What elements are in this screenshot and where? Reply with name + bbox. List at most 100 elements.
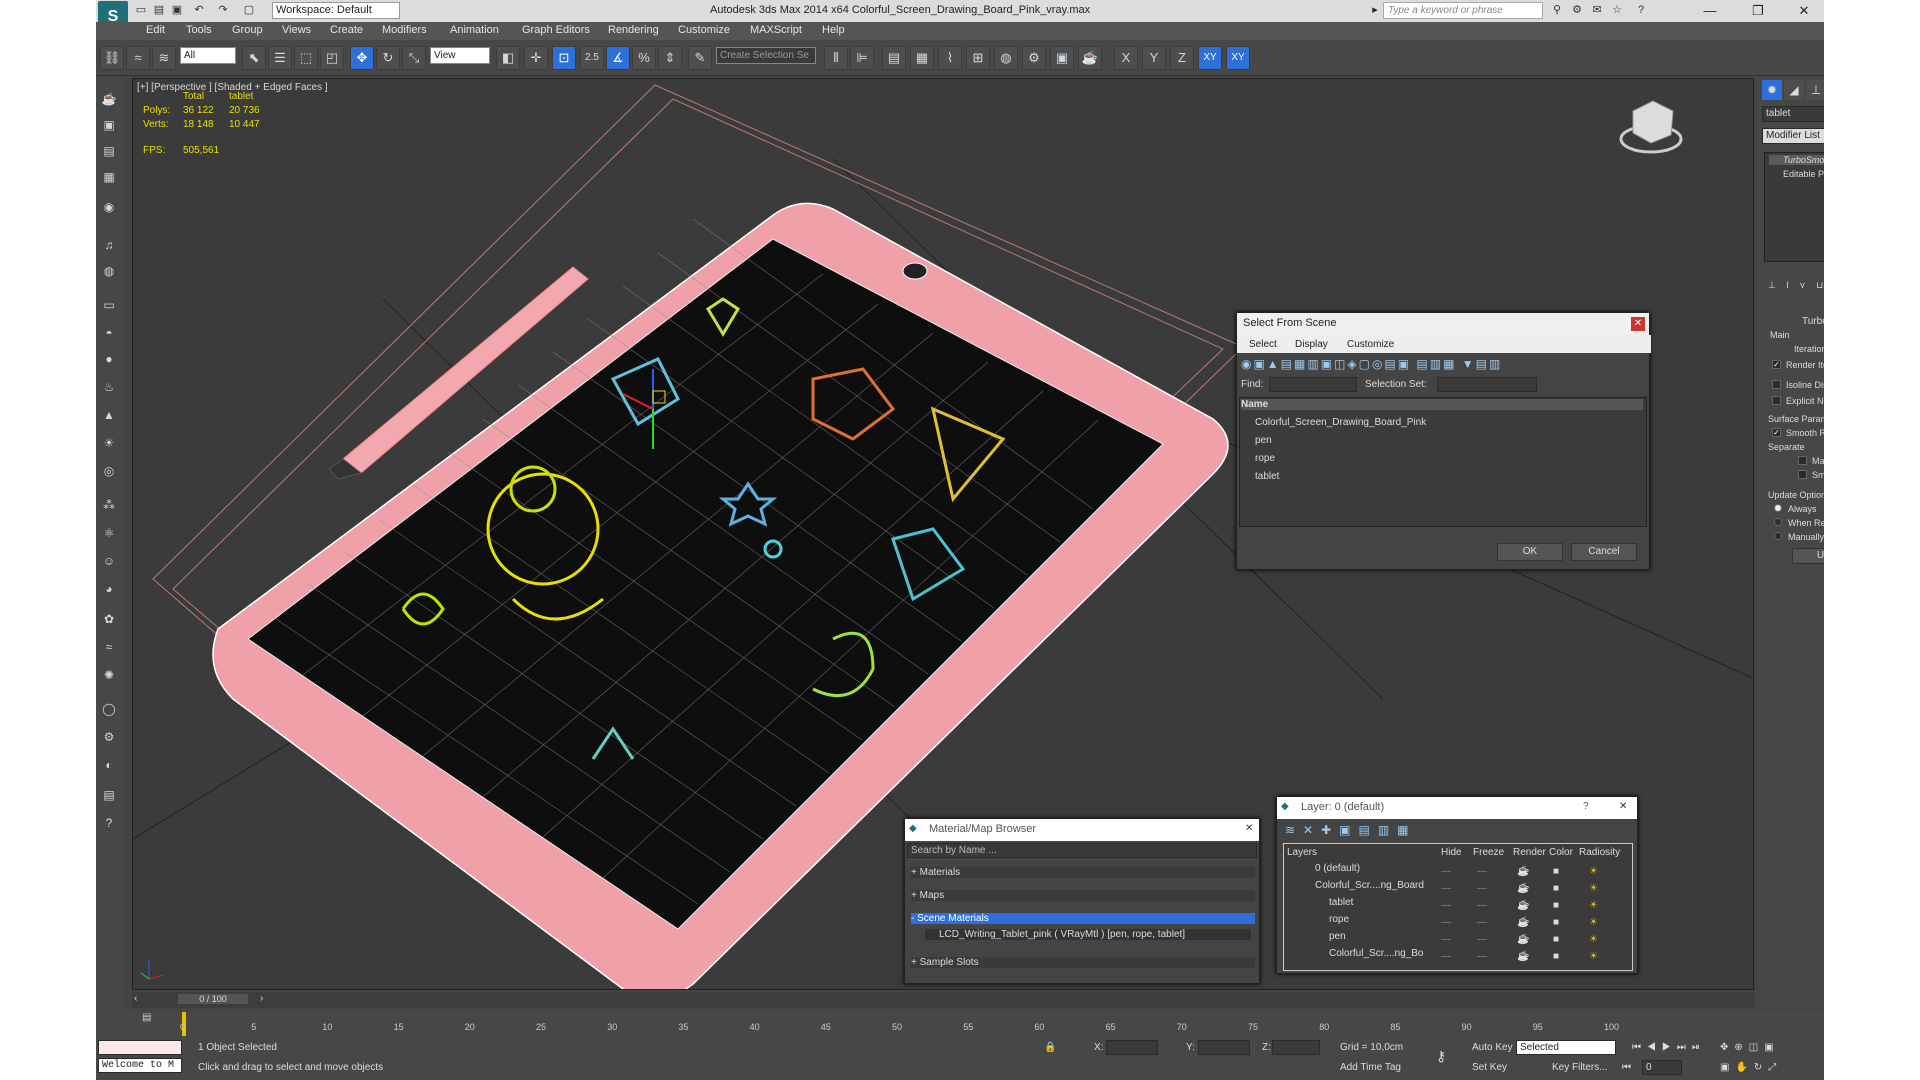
select-move-icon[interactable]: ✥: [350, 46, 374, 70]
axis-y-button[interactable]: Y: [1142, 46, 1166, 70]
select-dialog-close-icon[interactable]: ✕: [1631, 317, 1645, 331]
edit-named-selection-icon[interactable]: ✎: [688, 46, 712, 70]
manipulate-icon[interactable]: ✛: [524, 46, 548, 70]
box-icon[interactable]: ▭: [100, 296, 118, 314]
menu-create[interactable]: Create: [330, 24, 363, 36]
scene-row-pen[interactable]: pen: [1255, 435, 1272, 446]
layer-close-icon[interactable]: ✕: [1619, 801, 1627, 812]
layer-radiosity-icons[interactable]: ☀ ☀ ☀ ☀ ☀ ☀: [1589, 863, 1598, 965]
current-frame-field[interactable]: 0: [1642, 1060, 1682, 1075]
add-time-tag[interactable]: Add Time Tag: [1340, 1062, 1401, 1073]
unlink-icon[interactable]: ≈: [126, 46, 150, 70]
vray-icon[interactable]: ◐: [100, 756, 118, 774]
calculator-icon[interactable]: ▦: [100, 168, 118, 186]
hierarchy-tab-icon[interactable]: ⊥: [1806, 80, 1824, 100]
favorites-star-icon[interactable]: ☆: [1610, 3, 1624, 17]
set-key-button[interactable]: Set Key: [1472, 1062, 1507, 1073]
hair-icon[interactable]: ≈: [100, 638, 118, 656]
select-cancel-button[interactable]: Cancel: [1571, 543, 1637, 561]
particles-icon[interactable]: ⁂: [100, 496, 118, 514]
hemisphere-icon[interactable]: ◓: [100, 324, 118, 342]
menu-customize[interactable]: Customize: [678, 24, 730, 36]
material-browser-close-icon[interactable]: ✕: [1245, 823, 1253, 834]
workspace-dropdown[interactable]: Workspace: Default: [272, 2, 400, 19]
schematic-view-icon[interactable]: ⊞: [966, 46, 990, 70]
light-sphere-icon[interactable]: ◎: [100, 462, 118, 480]
axis-xy-button[interactable]: XY: [1198, 46, 1222, 70]
time-prev-icon[interactable]: ‹: [134, 993, 137, 1004]
stack-tools-icon[interactable]: ⊥ ǀ ⋎ ⊔ ▣: [1768, 280, 1824, 291]
settings-icon[interactable]: ⚙: [100, 728, 118, 746]
search-input[interactable]: Type a keyword or phrase: [1383, 2, 1543, 19]
project-folder-icon[interactable]: ▢: [242, 3, 256, 17]
plant-icon[interactable]: ✿: [100, 610, 118, 628]
time-slider[interactable]: 0 / 100 ‹ ›: [132, 992, 1754, 1008]
sun-icon[interactable]: ☀: [100, 434, 118, 452]
axis-x-button[interactable]: X: [1114, 46, 1138, 70]
explicit-normals-checkbox[interactable]: [1772, 396, 1781, 405]
menu-modifiers[interactable]: Modifiers: [382, 24, 427, 36]
layer-col-render[interactable]: Render: [1513, 847, 1546, 858]
redo-icon[interactable]: ↷: [216, 3, 230, 17]
stack-item-turbosmooth[interactable]: TurboSmooth: [1769, 155, 1824, 165]
keyboard-shortcut-icon[interactable]: ⊡: [552, 46, 576, 70]
select-filter-icons[interactable]: ◉▣▲▤▦▥▣◫◈▢◎▤▣ ▤▥▦ ▼▤▥: [1241, 357, 1643, 373]
group-maps[interactable]: + Maps: [911, 890, 1255, 901]
teapot-primitive-icon[interactable]: ♨: [100, 378, 118, 396]
smooth-result-checkbox[interactable]: ✓: [1772, 428, 1781, 437]
subscription-icon[interactable]: ⚙: [1570, 3, 1584, 17]
viewcube-icon[interactable]: [1619, 100, 1683, 154]
auto-key-button[interactable]: Auto Key: [1472, 1042, 1513, 1053]
menu-tools[interactable]: Tools: [186, 24, 212, 36]
mirror-icon[interactable]: ⫴: [824, 46, 848, 70]
camera-icon[interactable]: ◉: [100, 198, 118, 216]
key-filters-button[interactable]: Key Filters...: [1552, 1062, 1608, 1073]
layer-col-layers[interactable]: Layers: [1287, 847, 1317, 858]
align-icon[interactable]: ⊫: [850, 46, 874, 70]
layer-manager-icon[interactable]: ▤: [882, 46, 906, 70]
layer-col-radiosity[interactable]: Radiosity: [1579, 847, 1620, 858]
render-iters-checkbox[interactable]: ✓: [1772, 360, 1781, 369]
y-coordinate-field[interactable]: [1198, 1040, 1250, 1055]
layer-col-color[interactable]: Color: [1549, 847, 1573, 858]
document-export-icon[interactable]: ▤: [100, 786, 118, 804]
select-tab-select[interactable]: Select: [1249, 339, 1277, 350]
scene-sphere-icon[interactable]: ◯: [100, 700, 118, 718]
layer-row-tablet[interactable]: tablet: [1329, 897, 1353, 908]
set-key-mode-icon[interactable]: ⚷: [1436, 1048, 1446, 1065]
always-radio[interactable]: [1774, 504, 1782, 512]
create-tab-icon[interactable]: ✹: [1762, 80, 1782, 100]
document-icon[interactable]: ▤: [100, 142, 118, 160]
viewport-nav-icons-top[interactable]: ✥⊕◫▣: [1720, 1042, 1780, 1053]
layer-color-swatches[interactable]: ■ ■ ■ ■ ■ ■: [1553, 863, 1559, 965]
scene-row-board[interactable]: Colorful_Screen_Drawing_Board_Pink: [1255, 417, 1426, 428]
axis-xy-cycle-button[interactable]: XY: [1226, 46, 1250, 70]
layer-help-icon[interactable]: ?: [1583, 801, 1589, 812]
rendered-frame-icon[interactable]: ▣: [1050, 46, 1074, 70]
select-object-icon[interactable]: ⬉: [242, 46, 266, 70]
select-by-name-icon[interactable]: ☰: [268, 46, 292, 70]
maxscript-listener-output[interactable]: Welcome to M: [98, 1058, 182, 1073]
scene-material-item[interactable]: LCD_Writing_Tablet_pink ( VRayMtl ) [pen…: [925, 929, 1251, 940]
close-button[interactable]: ✕: [1790, 2, 1818, 20]
select-tab-customize[interactable]: Customize: [1347, 339, 1394, 350]
layer-tools-icons[interactable]: ≋✕✚▣▤▥▦: [1285, 823, 1417, 837]
render-setup-icon[interactable]: ⚙: [1022, 46, 1046, 70]
menu-graph-editors[interactable]: Graph Editors: [522, 24, 590, 36]
materials-checkbox[interactable]: [1798, 456, 1807, 465]
graphite-ribbon-icon[interactable]: ▦: [910, 46, 934, 70]
layer-row-pen[interactable]: pen: [1329, 931, 1346, 942]
track-bar[interactable]: ▤: [96, 1010, 1824, 1038]
axis-z-button[interactable]: Z: [1170, 46, 1194, 70]
material-search-input[interactable]: Search by Name ...: [907, 843, 1257, 858]
dynamics-icon[interactable]: ⚛: [100, 524, 118, 542]
sphere-icon[interactable]: ●: [100, 350, 118, 368]
select-scale-icon[interactable]: ⤡: [402, 46, 426, 70]
render-production-icon[interactable]: ☕: [1078, 46, 1102, 70]
sound-icon[interactable]: ♫: [100, 236, 118, 254]
cone-icon[interactable]: ▲: [100, 406, 118, 424]
z-coordinate-field[interactable]: [1272, 1040, 1320, 1055]
window-crossing-icon[interactable]: ◰: [320, 46, 344, 70]
named-selection-dropdown[interactable]: Create Selection Se: [716, 47, 816, 64]
left-help-icon[interactable]: ?: [100, 814, 118, 832]
